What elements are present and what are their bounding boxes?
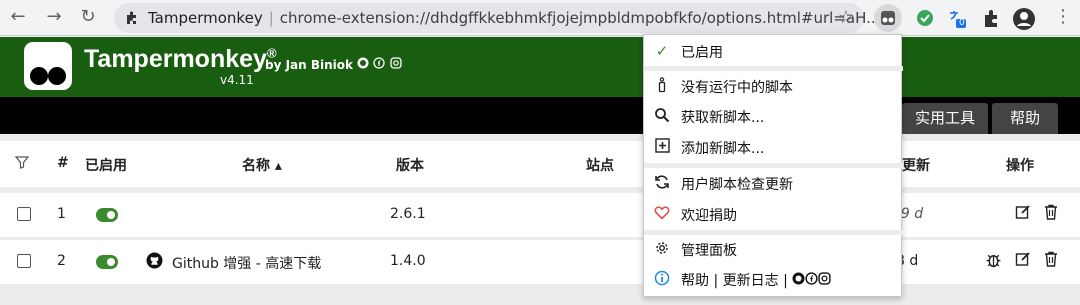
- row-checkbox[interactable]: [17, 254, 31, 268]
- menu-item-check-updates[interactable]: 用户脚本检查更新: [644, 169, 903, 197]
- row-checkbox[interactable]: [17, 207, 31, 221]
- menu-separator: [644, 66, 903, 71]
- search-icon: [653, 107, 671, 125]
- gear-icon: [653, 240, 671, 258]
- script-version: 2.6.1: [390, 206, 426, 222]
- tab-utilities[interactable]: 实用工具: [902, 103, 988, 134]
- reload-icon[interactable]: ↻: [78, 7, 98, 27]
- tampermonkey-popup-menu: ✓ 已启用 没有运行中的脚本 获取新脚本... 添加新脚本... 用户脚本检查更…: [643, 34, 903, 297]
- column-name[interactable]: 名称 ▴: [242, 155, 282, 175]
- script-name[interactable]: Github 增强 - 高速下载: [172, 253, 321, 273]
- address-bar[interactable]: Tampermonkey | chrome-extension://dhdgffkk…: [114, 3, 880, 33]
- bookmark-star-icon[interactable]: ☆: [838, 7, 854, 28]
- instagram-icon[interactable]: [389, 57, 402, 72]
- instagram-icon[interactable]: [818, 272, 831, 289]
- tampermonkey-logo: [24, 42, 72, 90]
- menu-item-enabled[interactable]: ✓ 已启用: [644, 37, 903, 65]
- facebook-icon[interactable]: [805, 272, 818, 289]
- app-version: v4.11: [220, 73, 254, 87]
- app-header: Tampermonkey® by Jan Biniok v4.11: [0, 37, 1080, 97]
- extension-badge: 0: [959, 18, 965, 28]
- plus-square-icon: [653, 138, 671, 156]
- app-title: Tampermonkey®: [84, 45, 277, 73]
- refresh-icon: [653, 174, 671, 192]
- omnibox-url: chrome-extension://dhdgffkkebhmkfjojejmp…: [279, 9, 881, 27]
- filter-icon[interactable]: [14, 155, 30, 173]
- translate-extension-icon[interactable]: 0: [946, 7, 968, 29]
- menu-item-no-scripts: 没有运行中的脚本: [644, 72, 903, 100]
- back-icon[interactable]: ←: [8, 7, 28, 27]
- menu-item-dashboard[interactable]: 管理面板: [644, 235, 903, 263]
- delete-icon[interactable]: [1043, 251, 1059, 272]
- column-updated[interactable]: 更新: [902, 155, 930, 175]
- check-icon: ✓: [655, 42, 669, 60]
- delete-icon[interactable]: [1043, 204, 1059, 225]
- menu-separator: [644, 163, 903, 168]
- tab-bar: 实用工具 帮助: [0, 97, 1080, 134]
- facebook-icon[interactable]: [373, 57, 389, 72]
- enabled-toggle[interactable]: [96, 255, 118, 269]
- forward-icon[interactable]: →: [44, 7, 64, 27]
- github-icon[interactable]: [357, 57, 373, 72]
- menu-item-add-script[interactable]: 添加新脚本...: [644, 133, 903, 161]
- tampermonkey-extension-icon[interactable]: [874, 4, 902, 32]
- row-number: 2: [57, 253, 66, 269]
- omnibox-site: Tampermonkey: [148, 9, 263, 27]
- menu-item-donate[interactable]: 欢迎捐助: [644, 200, 903, 228]
- column-actions: 操作: [1006, 158, 1034, 174]
- info-circle-icon: [653, 270, 671, 288]
- info-i-icon: [653, 77, 671, 95]
- column-site[interactable]: 站点: [586, 155, 614, 175]
- column-enabled[interactable]: 已启用: [85, 155, 127, 175]
- tab-help[interactable]: 帮助: [992, 103, 1058, 134]
- edit-icon[interactable]: [1015, 251, 1031, 272]
- github-icon[interactable]: [792, 272, 805, 289]
- table-row: 2 Github 增强 - 高速下载 1.4.0 8 d: [0, 240, 1080, 284]
- enabled-toggle[interactable]: [96, 208, 118, 222]
- bug-report-icon[interactable]: [985, 251, 1002, 273]
- heart-icon: [653, 205, 671, 223]
- browser-toolbar: ← → ↻ Tampermonkey | chrome-extension://dh…: [0, 0, 1080, 36]
- browser-menu-icon[interactable]: ⋮: [1054, 6, 1072, 27]
- script-table-header: # 已启用 名称 ▴ 版本 站点 更新 操作: [0, 141, 1080, 187]
- script-version: 1.4.0: [390, 253, 426, 269]
- green-check-extension-icon[interactable]: [914, 7, 936, 29]
- extensions-puzzle-icon[interactable]: [980, 7, 1002, 29]
- profile-avatar-icon[interactable]: [1012, 7, 1035, 30]
- byline: by Jan Biniok: [265, 57, 402, 72]
- column-version[interactable]: 版本: [396, 155, 424, 175]
- row-number: 1: [57, 206, 66, 222]
- menu-item-get-scripts[interactable]: 获取新脚本...: [644, 102, 903, 130]
- puzzle-icon: [124, 10, 140, 26]
- menu-item-help-changelog[interactable]: 帮助 | 更新日志 |: [644, 265, 903, 293]
- github-icon: [146, 252, 163, 273]
- column-number[interactable]: #: [57, 155, 69, 171]
- table-row: 1 2.6.1 59 d: [0, 193, 1080, 237]
- edit-icon[interactable]: [1015, 204, 1031, 225]
